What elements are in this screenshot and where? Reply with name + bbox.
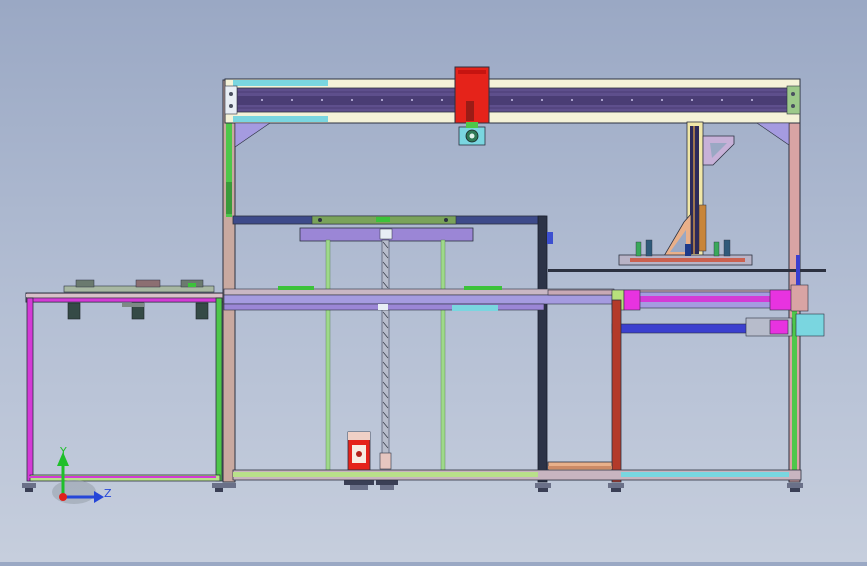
machine-drawing: Y Z [22,66,826,504]
vertical-axis [618,121,753,266]
z-arrow-head [94,491,104,503]
inner-frame [232,215,553,490]
origin-point [59,493,67,501]
left-table [22,279,226,492]
conveyor [223,255,826,337]
z-axis-label: Z [104,487,112,500]
y-axis-label: Y [59,445,67,458]
cad-viewport[interactable]: Y Z [0,0,867,562]
carriage [454,66,490,146]
